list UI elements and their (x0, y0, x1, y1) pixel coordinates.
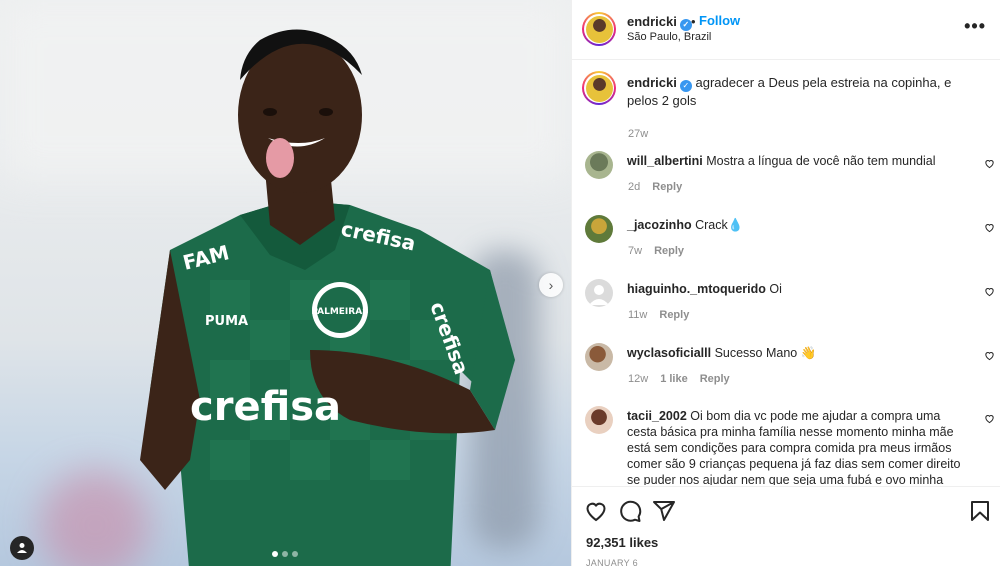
comment-username[interactable]: hiaguinho._mtoquerido (627, 282, 766, 296)
avatar[interactable] (585, 406, 613, 434)
comment-icon[interactable] (618, 499, 642, 523)
post-actions: 92,351 likes JANUARY 6 (572, 486, 1000, 566)
reply-button[interactable]: Reply (700, 373, 730, 385)
comment-username[interactable]: will_albertini (627, 154, 703, 168)
heart-icon[interactable] (984, 158, 995, 169)
caption-time[interactable]: 27w (628, 128, 648, 140)
likes-count[interactable]: 92,351 likes (586, 535, 658, 550)
comment-meta: 7w Reply (628, 245, 684, 257)
comment-text: wyclasoficialll Sucesso Mano 👋 (627, 346, 817, 360)
avatar[interactable] (585, 151, 613, 179)
post-sidebar: endricki ✓ • Follow São Paulo, Brazil •••… (571, 0, 1000, 566)
comment-username[interactable]: _jacozinho (627, 218, 692, 232)
crest-text: PALMEIRAS (311, 307, 368, 317)
caption-username[interactable]: endricki (627, 75, 677, 90)
avatar[interactable] (585, 215, 613, 243)
comment-time[interactable]: 7w (628, 245, 642, 257)
comment-username[interactable]: tacii_2002 (627, 409, 687, 423)
avatar[interactable] (585, 343, 613, 371)
reply-button[interactable]: Reply (652, 181, 682, 193)
reply-button[interactable]: Reply (659, 309, 689, 321)
next-slide-button[interactable]: › (539, 273, 563, 297)
slide-dot (292, 551, 298, 557)
share-icon[interactable] (652, 499, 676, 523)
comment-meta: 12w 1 like Reply (628, 373, 730, 385)
comment-time[interactable]: 12w (628, 373, 648, 385)
comment-time[interactable]: 2d (628, 181, 640, 193)
separator: • (691, 14, 696, 29)
comment-username[interactable]: wyclasoficialll (627, 346, 711, 360)
header-username[interactable]: endricki ✓ (627, 14, 692, 31)
post-header: endricki ✓ • Follow São Paulo, Brazil ••• (572, 0, 1000, 60)
default-avatar-icon (589, 285, 609, 305)
comment-text: hiaguinho._mtoquerido Oi (627, 282, 782, 296)
avatar[interactable] (582, 71, 616, 105)
comment-text: _jacozinho Crack💧 (627, 218, 744, 232)
avatar[interactable] (582, 12, 616, 46)
user-tag-icon (17, 543, 27, 553)
follow-button[interactable]: Follow (699, 13, 740, 28)
reply-button[interactable]: Reply (654, 245, 684, 257)
avatar[interactable] (585, 279, 613, 307)
bookmark-icon[interactable] (968, 499, 992, 523)
heart-icon[interactable] (984, 413, 995, 424)
user-tag-button[interactable] (10, 536, 34, 560)
comment-meta: 11w Reply (628, 309, 689, 321)
location-link[interactable]: São Paulo, Brazil (627, 31, 711, 43)
heart-icon[interactable] (984, 350, 995, 361)
caption-text: endricki ✓ agradecer a Deus pela estreia … (627, 74, 972, 110)
comment-time[interactable]: 11w (628, 309, 647, 321)
heart-icon[interactable] (984, 286, 995, 297)
more-icon[interactable]: ••• (964, 16, 986, 37)
comment-likes[interactable]: 1 like (660, 373, 688, 385)
post-date[interactable]: JANUARY 6 (586, 558, 638, 566)
slide-indicator (272, 551, 298, 557)
player-photo: PALMEIRAS crefisa crefisa crefisa FAM PU… (130, 20, 530, 566)
heart-icon[interactable] (584, 499, 608, 523)
brand-text: PUMA (205, 314, 248, 329)
chevron-right-icon: › (548, 277, 554, 293)
comments-section[interactable]: endricki ✓ agradecer a Deus pela estreia … (572, 61, 1000, 485)
comment-meta: 2d Reply (628, 181, 682, 193)
heart-icon[interactable] (984, 222, 995, 233)
comment-text: will_albertini Mostra a língua de você n… (627, 154, 936, 168)
verified-icon: ✓ (679, 80, 692, 92)
player-illustration: PALMEIRAS crefisa crefisa crefisa FAM PU… (140, 29, 515, 566)
post-media[interactable]: PALMEIRAS crefisa crefisa crefisa FAM PU… (0, 0, 571, 566)
comment-text: tacii_2002 Oi bom dia vc pode me ajudar … (627, 409, 961, 485)
sponsor-chest-text: crefisa (190, 384, 341, 430)
slide-dot (282, 551, 288, 557)
slide-dot (272, 551, 278, 557)
